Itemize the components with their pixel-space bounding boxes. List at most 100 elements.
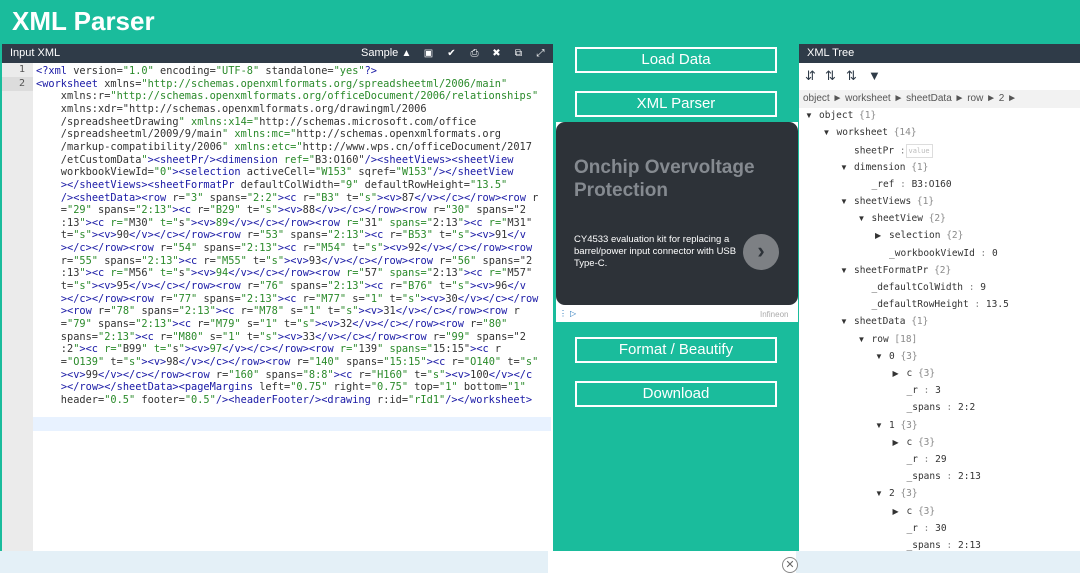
load-data-button[interactable]: Load Data <box>575 47 777 73</box>
tree-node-key: sheetView <box>871 213 923 225</box>
tree-node[interactable]: row [18] <box>872 334 918 346</box>
collapse-node-icon[interactable]: ▼ <box>875 351 883 363</box>
tree-node-count: {2} <box>928 264 952 276</box>
tree-node-value[interactable]: 29 <box>935 454 946 465</box>
tree-node[interactable]: c {3} <box>907 506 936 518</box>
tree-node[interactable]: _r : 3 <box>907 385 941 397</box>
folder-open-icon[interactable]: ▲ <box>400 47 413 60</box>
tree-node-value[interactable]: B3:O160 <box>912 179 952 190</box>
tree-node-count: : <box>894 178 912 190</box>
filter-icon[interactable]: ▼ <box>868 68 881 83</box>
tree-node[interactable]: sheetFormatPr {2} <box>854 265 951 277</box>
xml-tree-panel: XML Tree ⇵ ⇅ ⇅ ▼ object ► worksheet ► sh… <box>799 44 1080 551</box>
collapse-node-icon[interactable]: ▼ <box>805 110 813 122</box>
copy-icon[interactable]: ⧉ <box>512 47 525 60</box>
tree-node-value[interactable]: 0 <box>992 248 998 259</box>
tree-node-key: _spans <box>906 471 941 483</box>
tree-node-count: {3} <box>912 505 936 517</box>
line-number: 2 <box>18 78 25 89</box>
collapse-node-icon[interactable]: ▼ <box>875 420 883 432</box>
collapse-node-icon[interactable]: ▼ <box>875 488 883 500</box>
tree-node[interactable]: _defaultRowHeight : 13.5 <box>872 299 1009 311</box>
tree-node-value[interactable]: 2:13 <box>958 471 981 482</box>
sort-icon[interactable]: ⇅ <box>846 68 857 84</box>
ad-menu-icon[interactable]: ⋮ <box>559 309 567 318</box>
advertisement[interactable]: Onchip Overvoltage Protection CY4533 eva… <box>556 122 798 322</box>
tree-node-value[interactable]: 3 <box>935 385 941 396</box>
tree-node[interactable]: sheetData {1} <box>854 316 928 328</box>
tree-node[interactable]: _spans : 2:13 <box>907 540 981 551</box>
format-beautify-button[interactable]: Format / Beautify <box>575 337 777 363</box>
tree-node-key: worksheet <box>836 127 888 139</box>
tree-node[interactable]: c {3} <box>907 368 936 380</box>
xml-parser-button[interactable]: XML Parser <box>575 91 777 117</box>
tree-node-count: [18] <box>888 333 918 345</box>
line-number-gutter: 1 2 <box>2 63 33 551</box>
tree-node[interactable]: 0 {3} <box>889 351 918 363</box>
sample-button[interactable]: Sample <box>361 47 398 59</box>
expand-node-icon[interactable]: ▶ <box>893 506 899 518</box>
close-ad-icon[interactable]: ✕ <box>782 557 798 573</box>
tree-node[interactable]: _ref : B3:O160 <box>872 179 952 191</box>
expand-node-icon[interactable]: ▶ <box>875 230 881 242</box>
tree-breadcrumb[interactable]: object ► worksheet ► sheetData ► row ► 2… <box>799 90 1080 108</box>
collapse-node-icon[interactable]: ▼ <box>840 265 848 277</box>
expand-all-icon[interactable]: ⇵ <box>805 68 816 84</box>
tree-node-key: _defaultColWidth <box>871 282 964 293</box>
tree-node-value[interactable]: 2:2 <box>958 402 975 413</box>
tree-node[interactable]: sheetViews {1} <box>854 196 934 208</box>
clear-icon[interactable]: ✖ <box>490 47 503 60</box>
bottom-ad-bar: ✕ <box>0 551 1080 573</box>
ad-brand: Infineon <box>760 310 789 319</box>
tree-panel-title: XML Tree <box>807 47 855 59</box>
tree-node[interactable]: sheetView {2} <box>872 213 946 225</box>
collapse-node-icon[interactable]: ▼ <box>840 196 848 208</box>
tree-node[interactable]: 1 {3} <box>889 420 918 432</box>
collapse-node-icon[interactable]: ▼ <box>823 127 831 139</box>
tree-node[interactable]: worksheet {14} <box>837 127 917 139</box>
collapse-node-icon[interactable]: ▼ <box>858 334 866 346</box>
check-icon[interactable]: ✔ <box>445 47 458 60</box>
tree-node-count: : <box>917 385 936 397</box>
chevron-right-icon[interactable]: › <box>743 234 779 270</box>
tree-node-count: {1} <box>905 161 929 173</box>
tree-node[interactable]: dimension {1} <box>854 162 928 174</box>
expand-node-icon[interactable]: ▶ <box>893 368 899 380</box>
tree-node-value[interactable]: 13.5 <box>986 299 1009 310</box>
tree-node[interactable]: c {3} <box>907 437 936 449</box>
tree-node[interactable]: _defaultColWidth : 9 <box>872 282 986 294</box>
tree-node-key: dimension <box>854 161 906 173</box>
tree-node[interactable]: object {1} <box>819 110 876 122</box>
print-icon[interactable]: ⎙ <box>468 47 481 60</box>
tree-node-key: _r <box>906 522 918 534</box>
tree-node-value[interactable]: 2:13 <box>958 540 981 551</box>
tree-node-value[interactable]: 9 <box>980 282 986 293</box>
save-icon[interactable]: ▣ <box>422 47 435 60</box>
collapse-node-icon[interactable]: ▼ <box>858 213 866 225</box>
tree-node-key: _defaultRowHeight <box>871 299 969 311</box>
tree-node[interactable]: 2 {3} <box>889 488 918 500</box>
tree-node-key: object <box>819 110 854 121</box>
tree-node[interactable]: selection {2} <box>889 230 963 242</box>
tree-node-value[interactable]: 30 <box>935 523 946 534</box>
xml-code-editor[interactable]: 1 2 <?xml version="1.0" encoding="UTF-8"… <box>2 63 553 551</box>
tree-node[interactable]: sheetPr : value <box>854 144 933 159</box>
collapse-node-icon[interactable]: ▼ <box>840 162 848 174</box>
tree-node[interactable]: _r : 29 <box>907 454 947 466</box>
expand-node-icon[interactable]: ▶ <box>893 437 899 449</box>
bottom-ad-slot <box>548 551 796 573</box>
collapse-node-icon[interactable]: ▼ <box>840 316 848 328</box>
ad-choices-icon[interactable]: ▷ <box>570 309 576 318</box>
ad-card[interactable]: Onchip Overvoltage Protection CY4533 eva… <box>556 122 798 305</box>
download-button[interactable]: Download <box>575 381 777 407</box>
tree-node[interactable]: _r : 30 <box>907 523 947 535</box>
collapse-all-icon[interactable]: ⇅ <box>825 68 836 84</box>
value-placeholder[interactable]: value <box>905 144 933 159</box>
tree-node[interactable]: _workbookViewId : 0 <box>889 248 998 260</box>
app-title: XML Parser <box>12 6 155 36</box>
tree-node-count: : <box>940 540 958 551</box>
fullscreen-icon[interactable]: ⤢ <box>534 47 547 60</box>
tree-node[interactable]: _spans : 2:13 <box>907 471 981 483</box>
tree-node-count: {1} <box>911 196 935 207</box>
tree-node[interactable]: _spans : 2:2 <box>907 402 976 414</box>
